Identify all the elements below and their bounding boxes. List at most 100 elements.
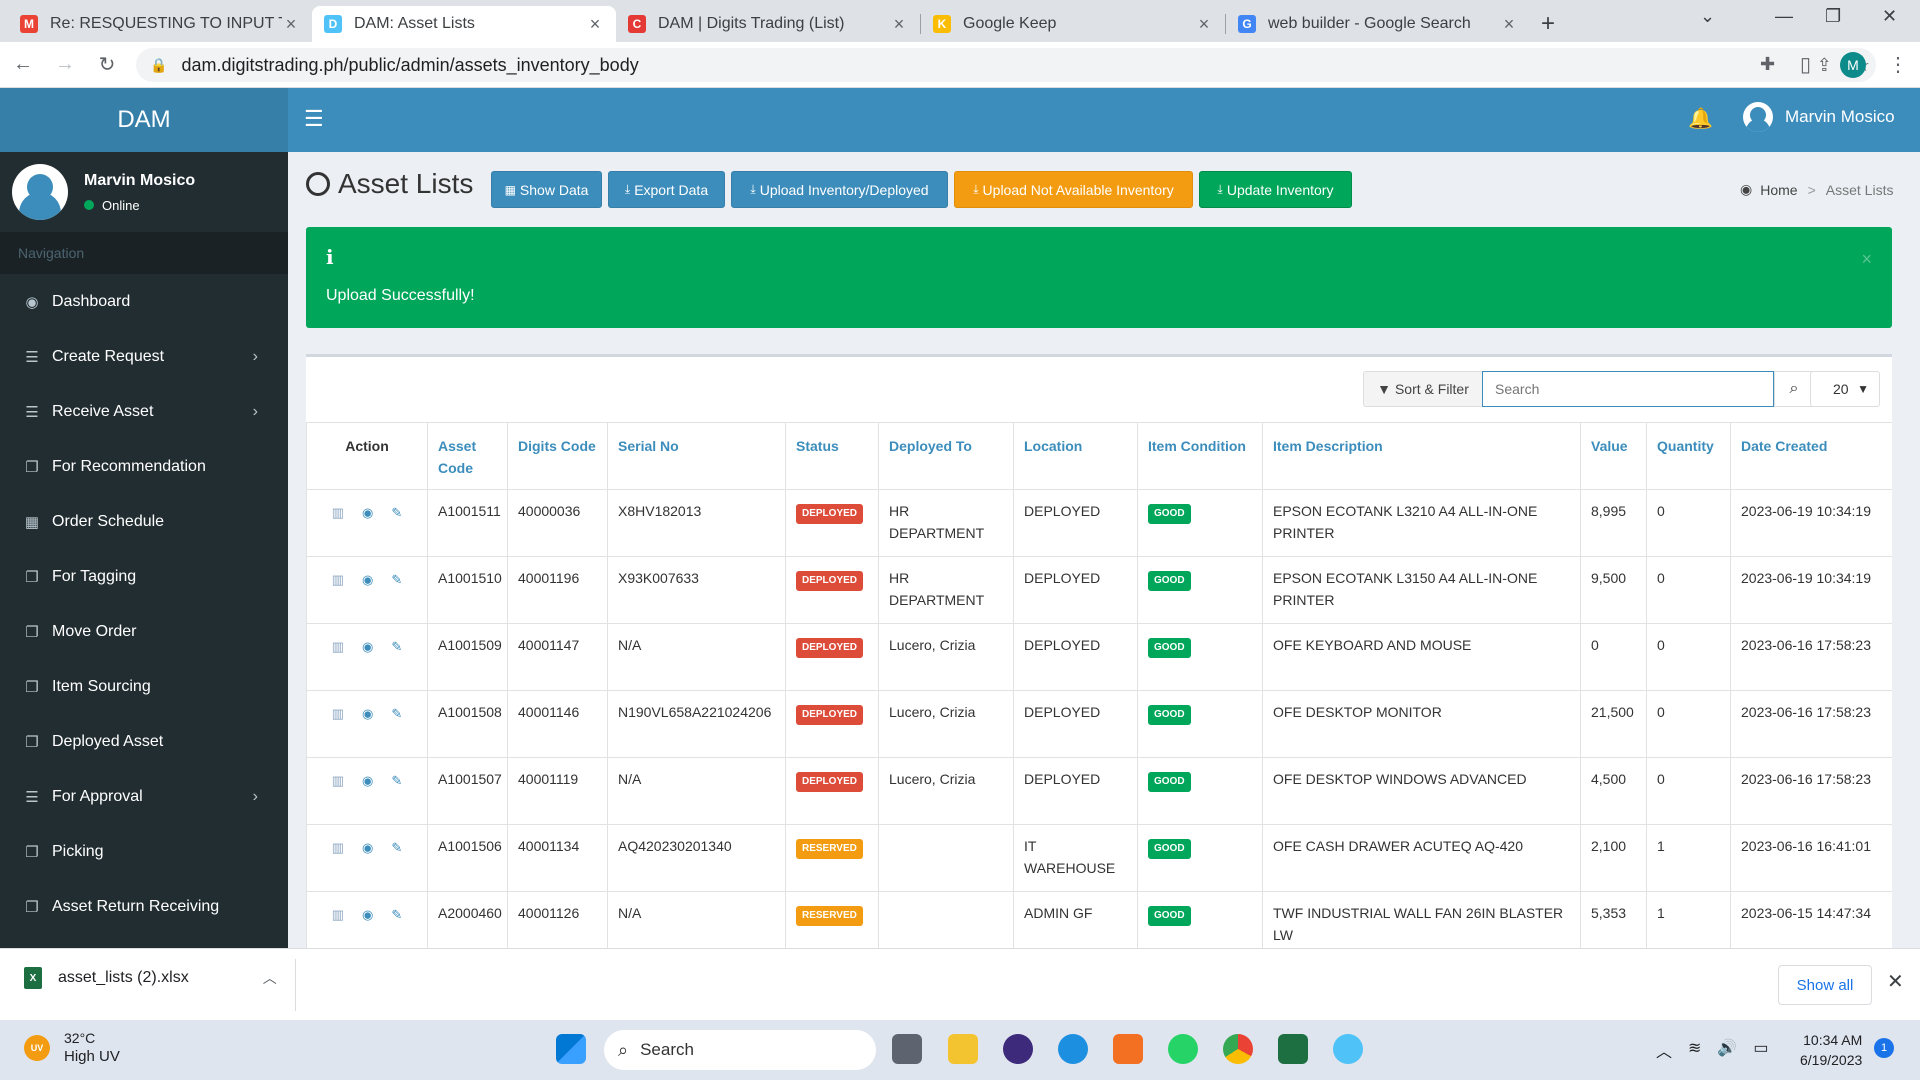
- edit-pencil-icon[interactable]: ✎: [391, 502, 402, 524]
- close-tab-icon[interactable]: ×: [1500, 14, 1518, 35]
- clock[interactable]: 10:34 AM 6/19/2023: [1800, 1030, 1862, 1070]
- barcode-icon[interactable]: ▥: [332, 636, 344, 658]
- whatsapp-icon[interactable]: [1168, 1034, 1198, 1064]
- sidebar-item-deployed-asset[interactable]: ❐ Deployed Asset: [0, 714, 288, 769]
- column-header[interactable]: Serial No: [607, 422, 786, 490]
- breadcrumb-home[interactable]: Home: [1760, 182, 1797, 198]
- sidebar-item-order-schedule[interactable]: ▦ Order Schedule: [0, 494, 288, 549]
- edge-browser-icon[interactable]: [1058, 1034, 1088, 1064]
- edit-pencil-icon[interactable]: ✎: [391, 636, 402, 658]
- update-inventory-button[interactable]: ⤓ Update Inventory: [1199, 171, 1352, 208]
- show-data-button[interactable]: ▦ Show Data: [491, 171, 602, 208]
- sidebar-item-picking[interactable]: ❐ Picking: [0, 824, 288, 879]
- excel-icon[interactable]: [1278, 1034, 1308, 1064]
- sidebar-item-dashboard[interactable]: ◉ Dashboard: [0, 274, 288, 329]
- sidebar-item-for-tagging[interactable]: ❐ For Tagging: [0, 549, 288, 604]
- edit-pencil-icon[interactable]: ✎: [391, 904, 402, 926]
- export-data-button[interactable]: ⤓ Export Data: [608, 171, 725, 208]
- edit-pencil-icon[interactable]: ✎: [391, 770, 402, 792]
- sidebar-item-receive-asset[interactable]: ☰ Receive Asset ›: [0, 384, 288, 439]
- download-item[interactable]: X asset_lists (2).xlsx ︿: [24, 967, 277, 989]
- volume-icon[interactable]: 🔊: [1717, 1038, 1737, 1062]
- barcode-icon[interactable]: ▥: [332, 837, 344, 859]
- eye-icon[interactable]: ◉: [362, 770, 373, 792]
- eye-icon[interactable]: ◉: [362, 703, 373, 725]
- browser-tab[interactable]: K Google Keep ×: [921, 6, 1225, 42]
- file-explorer-icon[interactable]: [948, 1034, 978, 1064]
- column-header[interactable]: Deployed To: [878, 422, 1014, 490]
- edit-pencil-icon[interactable]: ✎: [391, 703, 402, 725]
- browser-tab[interactable]: M Re: RESQUESTING TO INPUT TO DAM×: [8, 6, 312, 42]
- sidebar-item-asset-return-receiving[interactable]: ❐ Asset Return Receiving: [0, 879, 288, 934]
- column-header[interactable]: Value: [1580, 422, 1647, 490]
- per-page-select[interactable]: 20 ▼: [1810, 371, 1880, 407]
- app-logo[interactable]: DAM: [0, 88, 288, 152]
- barcode-icon[interactable]: ▥: [332, 904, 344, 926]
- chevron-up-icon[interactable]: ︿: [1656, 1038, 1672, 1062]
- search-input[interactable]: [1482, 371, 1774, 407]
- upload-inventory-button[interactable]: ⤓ Upload Inventory/Deployed: [731, 171, 948, 208]
- extensions-icon[interactable]: ✚: [1760, 54, 1775, 75]
- close-tab-icon[interactable]: ×: [282, 14, 300, 35]
- sidebar-toggle-icon[interactable]: ☰: [304, 106, 324, 132]
- search-button[interactable]: ⌕: [1774, 371, 1814, 407]
- sort-filter-button[interactable]: ▼ Sort & Filter: [1363, 371, 1483, 407]
- browser-tab[interactable]: C DAM | Digits Trading (List) ×: [616, 6, 920, 42]
- barcode-icon[interactable]: ▥: [332, 703, 344, 725]
- close-tab-icon[interactable]: ×: [890, 14, 908, 35]
- close-tab-icon[interactable]: ×: [1195, 14, 1213, 35]
- eye-icon[interactable]: ◉: [362, 636, 373, 658]
- column-header[interactable]: Item Description: [1262, 422, 1581, 490]
- app-icon[interactable]: [1333, 1034, 1363, 1064]
- sidebar-item-create-request[interactable]: ☰ Create Request ›: [0, 329, 288, 384]
- show-all-button[interactable]: Show all: [1778, 965, 1872, 1005]
- podcast-app-icon[interactable]: [1003, 1034, 1033, 1064]
- notification-bell-icon[interactable]: 🔔: [1688, 106, 1713, 131]
- browser-tab[interactable]: Gweb builder - Google Search ×: [1226, 6, 1530, 42]
- chrome-icon[interactable]: [1223, 1034, 1253, 1064]
- close-window-icon[interactable]: ✕: [1882, 6, 1897, 27]
- barcode-icon[interactable]: ▥: [332, 569, 344, 591]
- close-download-bar-icon[interactable]: ✕: [1887, 969, 1904, 994]
- share-icon[interactable]: ⇪: [1817, 55, 1832, 76]
- eye-icon[interactable]: ◉: [362, 569, 373, 591]
- url-input[interactable]: 🔒 dam.digitstrading.ph/public/admin/asse…: [136, 48, 1876, 82]
- task-view-icon[interactable]: [892, 1034, 922, 1064]
- eye-icon[interactable]: ◉: [362, 837, 373, 859]
- minimize-icon[interactable]: —: [1775, 6, 1793, 27]
- sidepanel-icon[interactable]: ▯: [1800, 52, 1811, 77]
- column-header[interactable]: Asset Code: [427, 422, 508, 490]
- barcode-icon[interactable]: ▥: [332, 770, 344, 792]
- tab-search-icon[interactable]: ⌄: [1700, 6, 1715, 27]
- back-icon[interactable]: ←: [4, 53, 42, 76]
- sidebar-item-for-approval[interactable]: ☰ For Approval ›: [0, 769, 288, 824]
- column-header[interactable]: Digits Code: [507, 422, 608, 490]
- column-header[interactable]: Location: [1013, 422, 1138, 490]
- upload-not-available-button[interactable]: ⤓ Upload Not Available Inventory: [954, 171, 1193, 208]
- column-header[interactable]: Quantity: [1646, 422, 1731, 490]
- windows-start-icon[interactable]: [556, 1034, 586, 1064]
- alert-close-icon[interactable]: ×: [1861, 249, 1872, 270]
- taskbar-search[interactable]: ⌕ Search: [604, 1030, 876, 1070]
- barcode-icon[interactable]: ▥: [332, 502, 344, 524]
- edit-pencil-icon[interactable]: ✎: [391, 837, 402, 859]
- weather-widget[interactable]: UV 32°C High UV: [24, 1030, 120, 1065]
- eye-icon[interactable]: ◉: [362, 904, 373, 926]
- chevron-up-icon[interactable]: ︿: [263, 968, 277, 988]
- column-header[interactable]: Item Condition: [1137, 422, 1263, 490]
- column-header[interactable]: Status: [785, 422, 879, 490]
- header-user-menu[interactable]: Marvin Mosico: [1743, 102, 1895, 132]
- notification-count-badge[interactable]: 1: [1874, 1038, 1894, 1058]
- battery-icon[interactable]: ▭: [1753, 1038, 1768, 1062]
- reload-icon[interactable]: ↻: [88, 52, 126, 77]
- profile-avatar[interactable]: M: [1840, 52, 1866, 78]
- column-header[interactable]: Date Created: [1730, 422, 1892, 490]
- sidebar-item-move-order[interactable]: ❐ Move Order: [0, 604, 288, 659]
- browser-tab[interactable]: D DAM: Asset Lists ×: [312, 6, 616, 42]
- xampp-icon[interactable]: [1113, 1034, 1143, 1064]
- edit-pencil-icon[interactable]: ✎: [391, 569, 402, 591]
- menu-kebab-icon[interactable]: ⋮: [1888, 52, 1908, 77]
- forward-icon[interactable]: →: [46, 53, 84, 76]
- new-tab-icon[interactable]: +: [1530, 6, 1566, 42]
- close-tab-icon[interactable]: ×: [586, 14, 604, 35]
